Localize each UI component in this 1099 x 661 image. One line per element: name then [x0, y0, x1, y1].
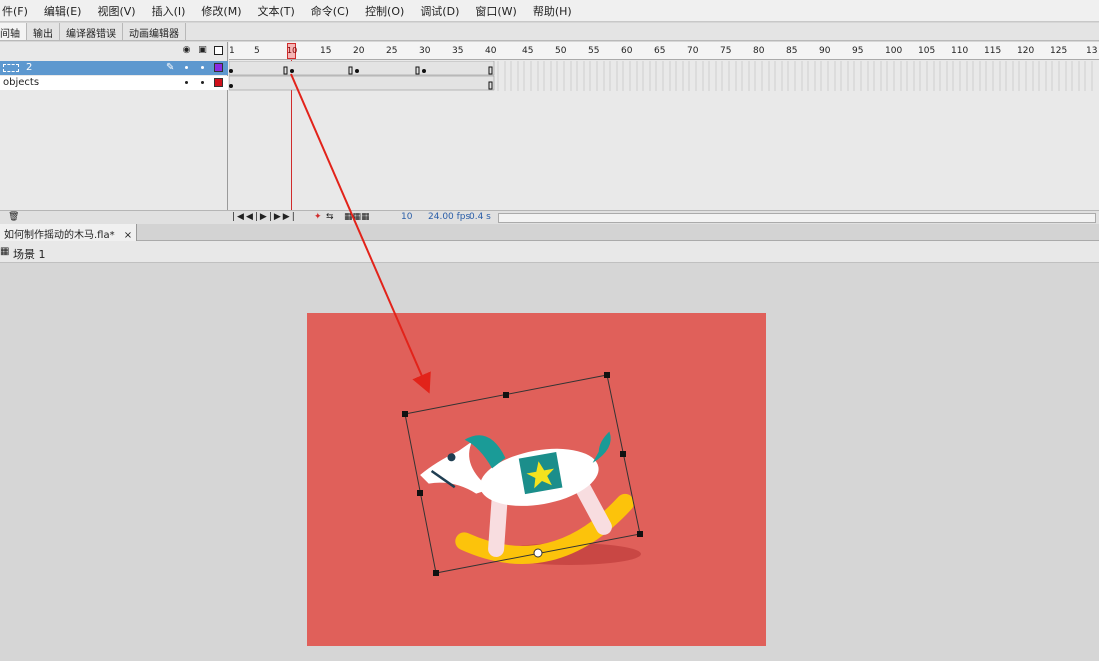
transform-handles[interactable] — [402, 372, 643, 576]
annotation-overlay — [290, 73, 643, 576]
registration-point[interactable] — [533, 548, 543, 558]
red-arrow — [290, 73, 431, 394]
transform-bounding-box[interactable] — [404, 374, 641, 574]
